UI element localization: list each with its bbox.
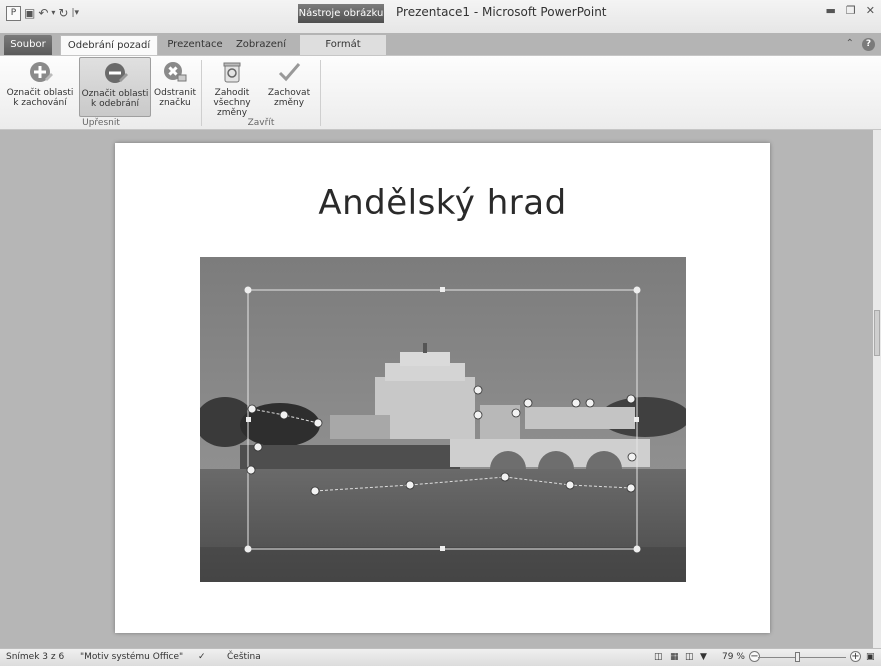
- zoom-slider-thumb[interactable]: [795, 652, 800, 662]
- slide-workspace: Andělský hrad: [0, 130, 873, 648]
- zoom-level[interactable]: 79 %: [722, 649, 745, 665]
- dropdown-icon[interactable]: ▾: [51, 6, 55, 20]
- button-label-line: Označit oblasti: [6, 88, 74, 98]
- button-label-line: všechny změny: [213, 98, 251, 118]
- button-label-line: Zahodit: [214, 88, 250, 98]
- customize-icon[interactable]: |▾: [71, 6, 79, 20]
- slide-sorter-icon[interactable]: ▦: [670, 649, 679, 665]
- tab-format[interactable]: Formát: [300, 35, 386, 55]
- tab-view[interactable]: Zobrazení: [234, 35, 288, 55]
- tab-background-removal[interactable]: Odebrání pozadí: [60, 35, 158, 56]
- minimize-icon[interactable]: ▬: [826, 4, 836, 17]
- button-label-line: změny: [273, 98, 305, 108]
- normal-view-icon[interactable]: ◫: [654, 649, 663, 665]
- pencil-plus-icon: [27, 59, 53, 85]
- save-icon[interactable]: ▣: [24, 6, 35, 20]
- discard-all-changes-button[interactable]: Zahodit všechny změny: [205, 57, 259, 118]
- castle-photo[interactable]: [195, 257, 690, 582]
- castle-photo-drawing: [195, 257, 690, 582]
- button-label-line: značku: [159, 98, 191, 108]
- scrollbar-thumb[interactable]: [874, 310, 880, 356]
- collapse-ribbon-icon[interactable]: ⌃: [846, 38, 854, 51]
- button-label-line: Zachovat: [267, 88, 311, 98]
- group-label-close: Zavřít: [247, 118, 275, 128]
- keep-changes-button[interactable]: Zachovat změny: [259, 57, 319, 117]
- status-bar: Snímek 3 z 6 "Motiv systému Office" ✓ Če…: [0, 648, 881, 666]
- undo-icon[interactable]: ↶: [38, 6, 48, 20]
- mark-areas-keep-button[interactable]: Označit oblasti k zachování: [2, 57, 78, 117]
- redo-icon[interactable]: ↻: [58, 6, 68, 20]
- zoom-in-icon[interactable]: +: [850, 651, 861, 662]
- button-label-line: k odebrání: [91, 99, 139, 109]
- slide[interactable]: Andělský hrad: [115, 143, 770, 633]
- button-label-line: Označit oblasti: [81, 89, 149, 99]
- title-bar: P ▣ ↶ ▾ ↻ |▾ Nástroje obrázku Prezentace…: [0, 0, 881, 33]
- ribbon-tabs: Soubor Odebrání pozadí Prezentace Zobraz…: [0, 33, 881, 56]
- group-separator: [320, 60, 321, 126]
- picture-tools-context-label: Nástroje obrázku: [298, 4, 384, 23]
- pencil-minus-icon: [102, 60, 128, 86]
- app-icon[interactable]: P: [6, 5, 21, 21]
- eraser-icon: [162, 59, 188, 85]
- spellcheck-icon[interactable]: ✓: [198, 649, 206, 665]
- tab-presentation[interactable]: Prezentace: [162, 35, 228, 55]
- window-title: Prezentace1 - Microsoft PowerPoint: [396, 5, 607, 19]
- slide-counter: Snímek 3 z 6: [6, 652, 65, 662]
- mark-areas-remove-button[interactable]: Označit oblasti k odebrání: [79, 57, 151, 117]
- slideshow-icon[interactable]: ▼: [700, 649, 707, 665]
- language-indicator[interactable]: Čeština: [227, 649, 261, 665]
- button-label-line: k zachování: [13, 98, 67, 108]
- window-controls: ▬ ❐ ✕: [826, 4, 876, 17]
- slide-title[interactable]: Andělský hrad: [115, 183, 770, 223]
- recycle-bin-icon: [219, 59, 245, 85]
- delete-mark-button[interactable]: Odstranit značku: [152, 57, 198, 117]
- zoom-slider[interactable]: [758, 657, 846, 658]
- tab-file[interactable]: Soubor: [4, 35, 52, 55]
- help-area: ⌃ ?: [846, 38, 875, 51]
- reading-view-icon[interactable]: ◫: [685, 649, 694, 665]
- theme-name[interactable]: "Motiv systému Office": [80, 649, 183, 665]
- group-label-refine: Upřesnit: [82, 118, 120, 128]
- quick-access-toolbar: P ▣ ↶ ▾ ↻ |▾: [6, 4, 79, 22]
- vertical-scrollbar[interactable]: [873, 130, 881, 648]
- ribbon: Označit oblasti k zachování Označit obla…: [0, 55, 881, 130]
- button-label-line: Odstranit: [154, 88, 196, 98]
- group-separator: [201, 60, 202, 126]
- checkmark-icon: [276, 59, 302, 85]
- close-icon[interactable]: ✕: [866, 4, 875, 17]
- help-icon[interactable]: ?: [862, 38, 875, 51]
- restore-icon[interactable]: ❐: [846, 4, 856, 17]
- fit-to-window-icon[interactable]: ▣: [866, 649, 875, 665]
